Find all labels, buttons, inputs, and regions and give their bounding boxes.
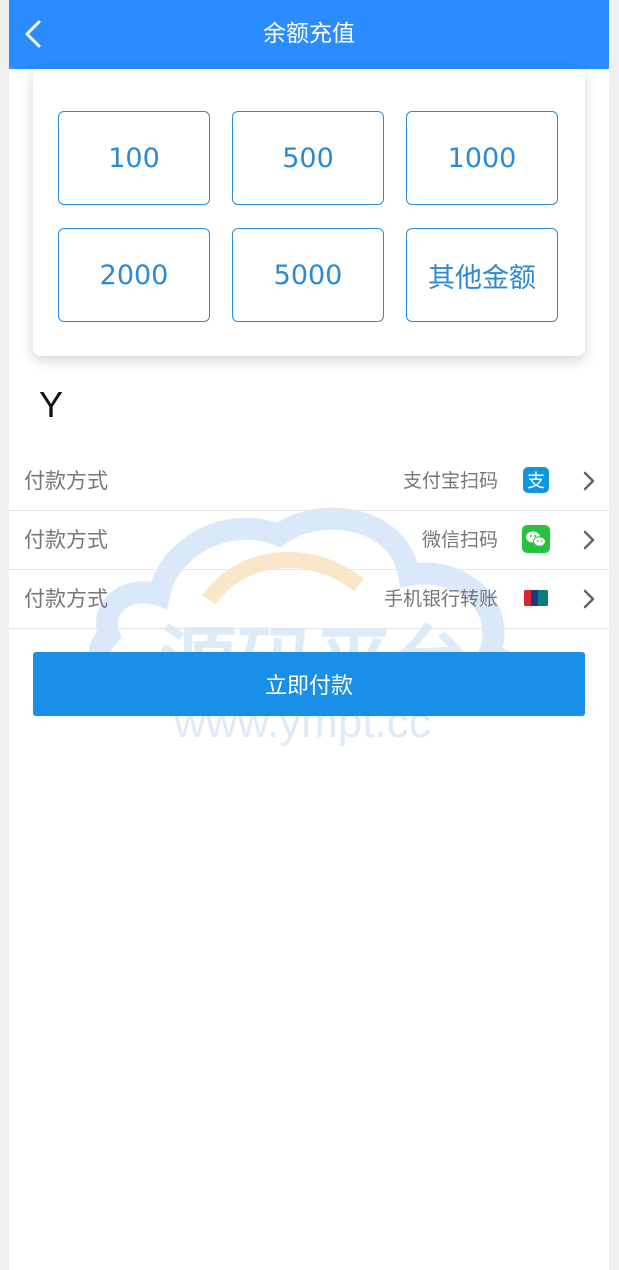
amount-option-500[interactable]: 500 [232, 111, 384, 205]
payment-label: 付款方式 [24, 587, 108, 611]
amount-option-2000[interactable]: 2000 [58, 228, 210, 322]
unionpay-icon [524, 590, 548, 606]
amount-option-100[interactable]: 100 [58, 111, 210, 205]
pay-now-button[interactable]: 立即付款 [33, 652, 585, 716]
amount-display: Y [39, 384, 64, 425]
amount-card: 100 500 1000 2000 5000 其他金额 [33, 69, 585, 356]
recharge-page: 余额充值 100 500 1000 2000 5000 其他金额 Y 源码平台 … [9, 0, 609, 1270]
payment-row-alipay[interactable]: 付款方式 支付宝扫码 支 [9, 452, 609, 511]
payment-name: 支付宝扫码 [402, 470, 498, 492]
amount-option-1000[interactable]: 1000 [406, 111, 558, 205]
header-bar: 余额充值 [9, 0, 609, 69]
payment-row-wechat[interactable]: 付款方式 微信扫码 [9, 511, 609, 570]
payment-label: 付款方式 [24, 528, 108, 552]
payment-label: 付款方式 [24, 469, 108, 493]
amount-option-5000[interactable]: 5000 [232, 228, 384, 322]
wechat-icon [522, 525, 550, 553]
chevron-right-icon [583, 589, 595, 609]
page-title: 余额充值 [263, 21, 355, 47]
svg-text:支: 支 [527, 471, 545, 492]
payment-row-unionpay[interactable]: 付款方式 手机银行转账 [9, 570, 609, 629]
amount-option-other[interactable]: 其他金额 [406, 228, 558, 322]
chevron-right-icon [583, 471, 595, 491]
alipay-icon: 支 [523, 467, 549, 493]
payment-name: 手机银行转账 [383, 588, 498, 610]
payment-name: 微信扫码 [421, 529, 498, 551]
chevron-right-icon [583, 530, 595, 550]
